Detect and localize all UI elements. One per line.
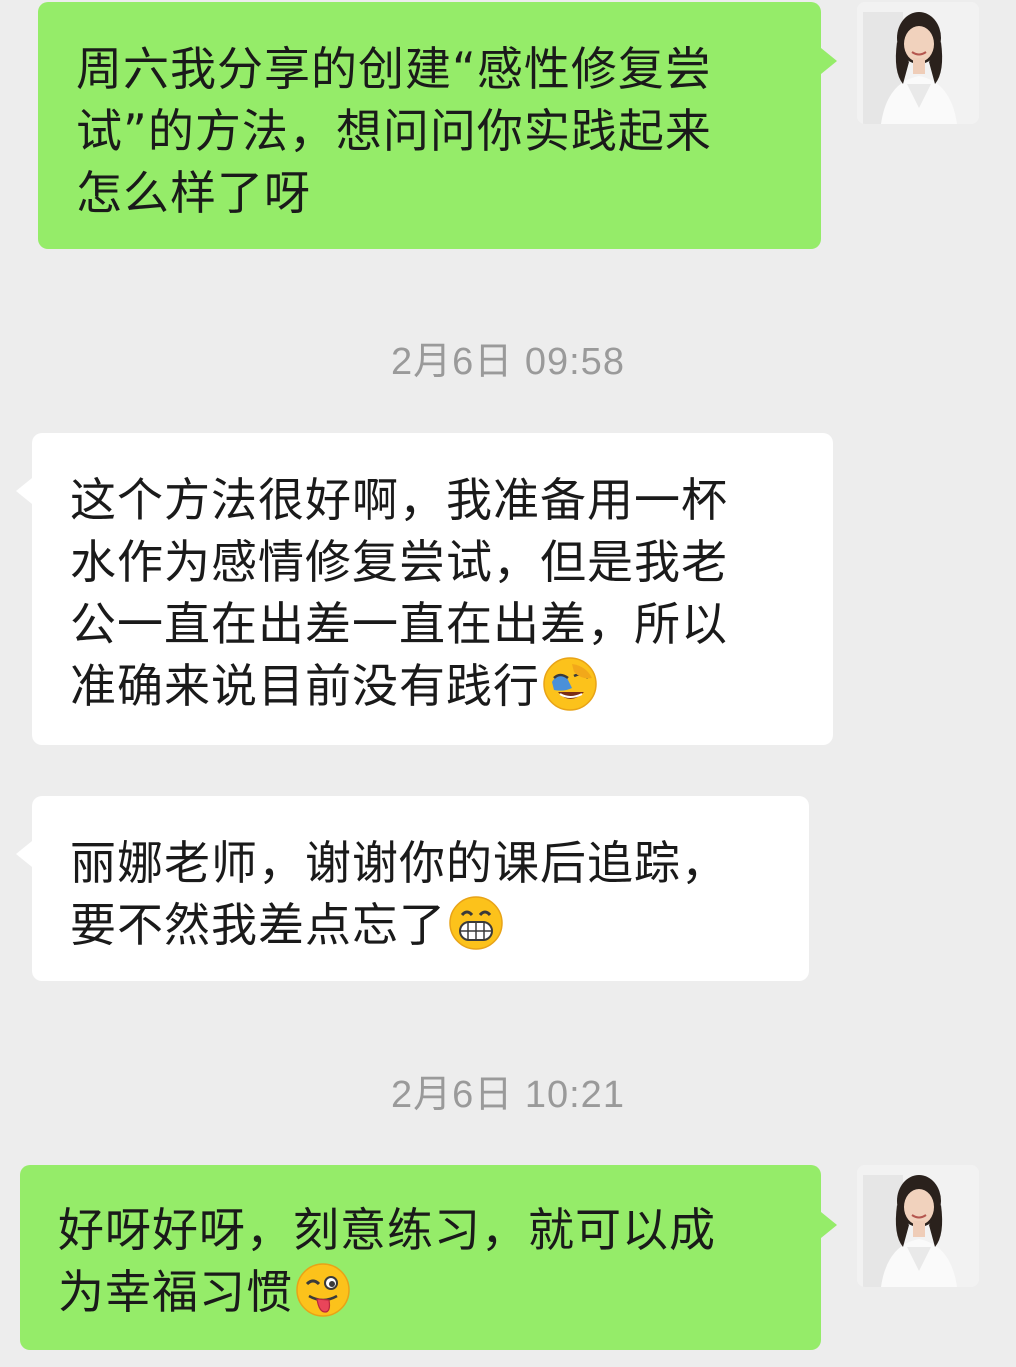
message-text-line: 水作为感情修复尝试，但是我老 (70, 535, 728, 589)
message-text-line: 丽娜老师，谢谢你的课后追踪， (70, 836, 728, 890)
avatar-image (857, 2, 979, 124)
message-bubble-incoming[interactable]: 丽娜老师，谢谢你的课后追踪， 要不然我差点忘了 (32, 796, 809, 981)
message-text-line: 公一直在出差一直在出差，所以 (70, 597, 728, 651)
message-text-line: 试”的方法，想问问你实践起来 (76, 104, 712, 158)
message-text-line-with-emoji: 要不然我差点忘了 (70, 894, 789, 966)
message-text-fragment: 准确来说目前没有践行 (70, 659, 540, 713)
bubble-tail (16, 478, 32, 504)
avatar-image (857, 1165, 979, 1287)
message-text-line: 怎么样了呀 (76, 166, 311, 220)
bubble-tail (821, 48, 837, 74)
message-text-line-with-emoji: 为幸福习惯 (58, 1261, 801, 1333)
message-bubble-outgoing[interactable]: 周六我分享的创建“感性修复尝 试”的方法，想问问你实践起来 怎么样了呀 (38, 2, 821, 249)
timestamp: 2月6日 10:21 (391, 1074, 625, 1116)
message-text-line: 周六我分享的创建“感性修复尝 (76, 42, 712, 96)
avatar[interactable] (857, 1165, 979, 1287)
message-text-line: 这个方法很好啊，我准备用一杯 (70, 473, 728, 527)
message-text-line: 好呀好呀，刻意练习，就可以成 (58, 1203, 716, 1257)
message-text-fragment: 为幸福习惯 (58, 1265, 293, 1319)
timestamp: 2月6日 09:58 (391, 341, 625, 383)
bubble-tail (821, 1212, 837, 1238)
message-bubble-outgoing[interactable]: 好呀好呀，刻意练习，就可以成 为幸福习惯 (20, 1165, 821, 1350)
facepalm-laugh-emoji (542, 656, 598, 727)
avatar[interactable] (857, 2, 979, 124)
grin-emoji (448, 895, 504, 966)
message-text-fragment: 要不然我差点忘了 (70, 898, 446, 952)
bubble-tail (16, 841, 32, 867)
message-bubble-incoming[interactable]: 这个方法很好啊，我准备用一杯 水作为感情修复尝试，但是我老 公一直在出差一直在出… (32, 433, 833, 745)
message-text-line-with-emoji: 准确来说目前没有践行 (70, 655, 813, 727)
wink-tongue-emoji (295, 1262, 351, 1333)
